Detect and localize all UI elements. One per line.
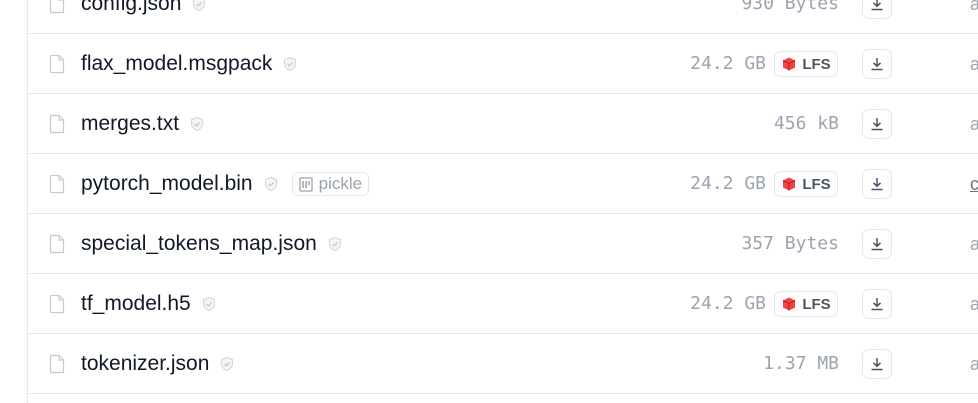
- file-name-link[interactable]: merges.txt: [81, 112, 179, 136]
- shield-check-icon: [284, 56, 297, 72]
- file-name-link[interactable]: tf_model.h5: [81, 292, 191, 316]
- download-icon: [871, 178, 883, 191]
- commit-message[interactable]: a: [970, 274, 978, 334]
- shield-check-icon: [264, 176, 277, 192]
- download-icon: [871, 238, 883, 251]
- lfs-cube-icon: [783, 177, 796, 191]
- download-button[interactable]: [862, 229, 892, 259]
- lfs-badge[interactable]: LFS: [774, 51, 838, 77]
- lfs-label: LFS: [802, 295, 831, 313]
- file-icon: [49, 234, 65, 254]
- file-name-link[interactable]: pytorch_model.bin: [81, 172, 253, 196]
- shield-check-icon: [193, 0, 206, 12]
- pickle-label: pickle: [318, 174, 363, 193]
- lfs-badge[interactable]: LFS: [774, 291, 838, 317]
- file-size: 930 Bytes: [741, 0, 839, 14]
- file-icon: [49, 354, 65, 374]
- file-icon: [49, 0, 65, 14]
- lfs-cube-icon: [783, 57, 796, 71]
- file-name-link[interactable]: config.json: [81, 0, 181, 16]
- commit-message[interactable]: a: [970, 334, 978, 394]
- file-size: 24.2 GB: [690, 293, 766, 314]
- download-icon: [871, 298, 883, 311]
- download-button[interactable]: [862, 289, 892, 319]
- download-icon: [871, 118, 883, 131]
- download-button[interactable]: [862, 109, 892, 139]
- download-icon: [871, 58, 883, 71]
- file-icon: [49, 54, 65, 74]
- file-name-link[interactable]: tokenizer.json: [81, 352, 209, 376]
- commit-message[interactable]: a: [970, 34, 978, 94]
- lfs-badge[interactable]: LFS: [774, 171, 838, 197]
- file-size: 357 Bytes: [741, 233, 839, 254]
- shield-check-icon: [191, 116, 204, 132]
- file-size: 1.37 MB: [763, 353, 839, 374]
- lfs-label: LFS: [802, 55, 831, 73]
- file-list: config.json 930 Bytes a flax_model.msgpa…: [27, 0, 978, 403]
- commit-message[interactable]: a: [970, 0, 978, 34]
- commit-message[interactable]: a: [970, 94, 978, 154]
- download-icon: [871, 0, 883, 11]
- file-size: 24.2 GB: [690, 173, 766, 194]
- shield-check-icon: [328, 236, 341, 252]
- file-row: tf_model.h5 24.2 GB LFS a: [28, 274, 978, 334]
- file-row: merges.txt 456 kB a: [28, 94, 978, 154]
- file-size: 24.2 GB: [690, 53, 766, 74]
- download-button[interactable]: [862, 349, 892, 379]
- commit-message[interactable]: c: [970, 154, 978, 214]
- file-icon: [49, 294, 65, 314]
- download-icon: [871, 358, 883, 371]
- lfs-cube-icon: [783, 297, 796, 311]
- file-icon: [49, 114, 65, 134]
- file-name-link[interactable]: flax_model.msgpack: [81, 52, 272, 76]
- file-size: 456 kB: [773, 113, 839, 134]
- file-row: flax_model.msgpack 24.2 GB LFS a: [28, 34, 978, 94]
- download-button[interactable]: [862, 169, 892, 199]
- file-icon: [49, 174, 65, 194]
- file-row: config.json 930 Bytes a: [28, 0, 978, 34]
- file-row: pytorch_model.bin pickle 24.2 GB LFS c: [28, 154, 978, 214]
- file-name-link[interactable]: special_tokens_map.json: [81, 232, 317, 256]
- download-button[interactable]: [862, 0, 892, 19]
- download-button[interactable]: [862, 49, 892, 79]
- pickle-jar-icon: [298, 177, 313, 192]
- lfs-label: LFS: [802, 175, 831, 193]
- shield-check-icon: [202, 296, 215, 312]
- file-row: special_tokens_map.json 357 Bytes a: [28, 214, 978, 274]
- file-row: tokenizer.json 1.37 MB a: [28, 334, 978, 394]
- commit-message[interactable]: a: [970, 214, 978, 274]
- pickle-badge[interactable]: pickle: [291, 172, 370, 196]
- shield-check-icon: [221, 356, 234, 372]
